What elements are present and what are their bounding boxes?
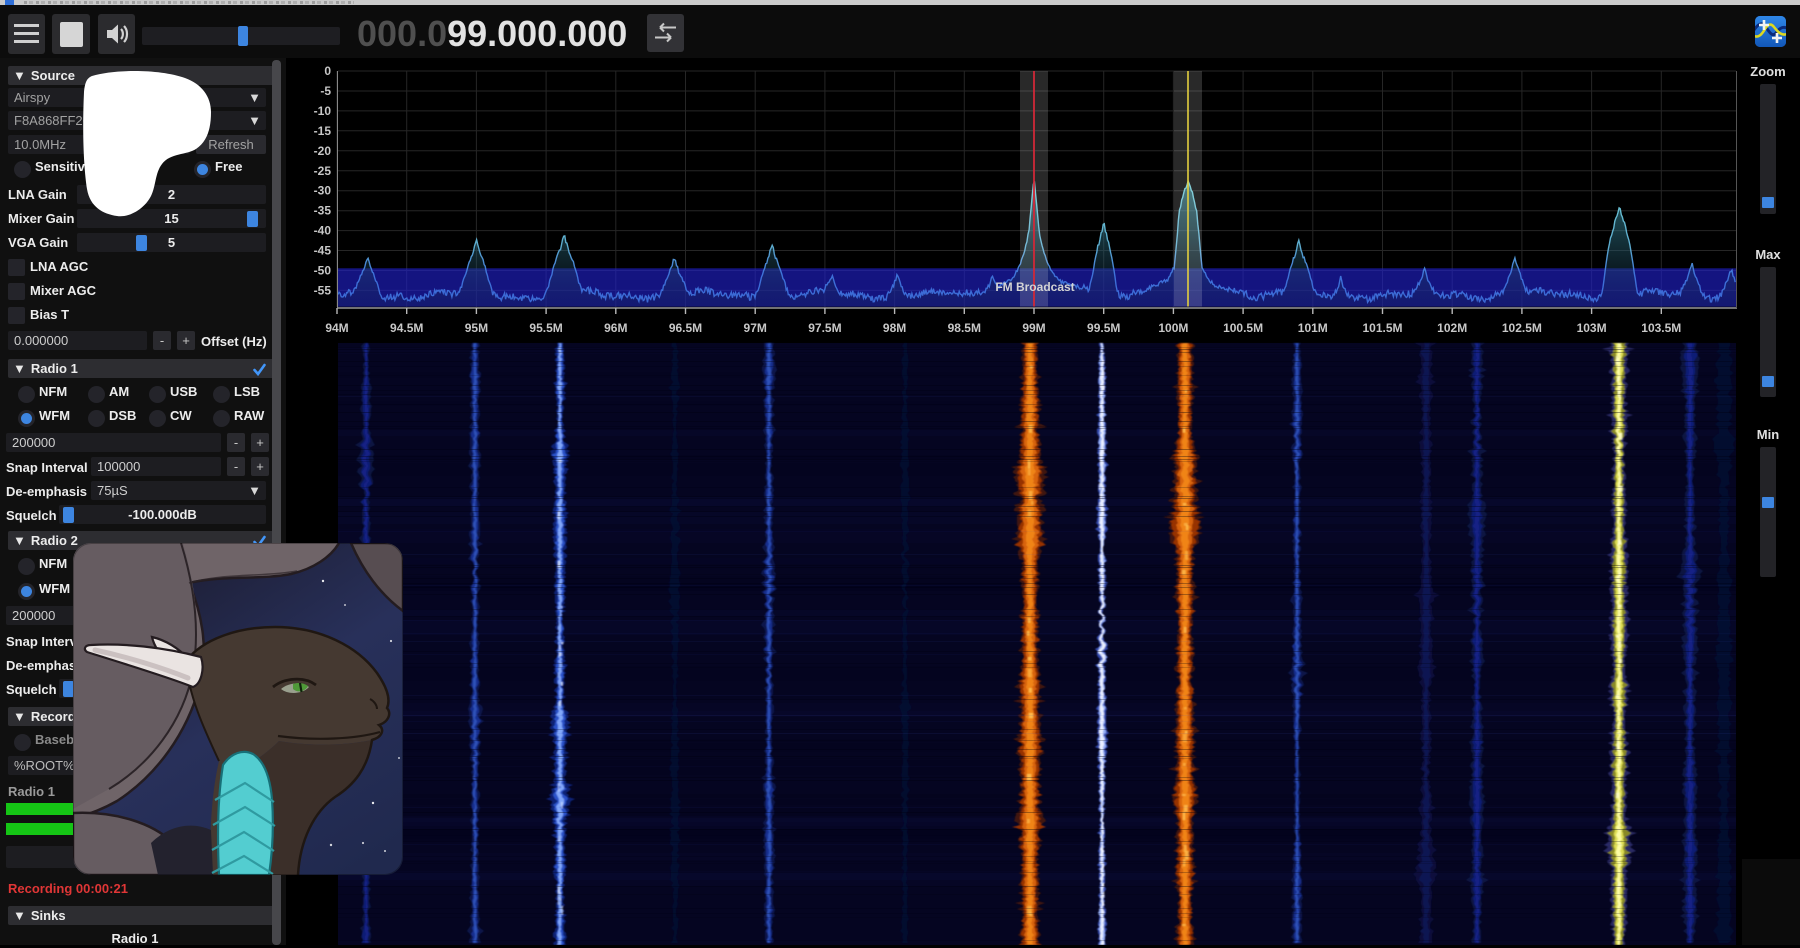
svg-text:-15: -15	[314, 124, 332, 138]
svg-text:-25: -25	[314, 164, 332, 178]
svg-text:0: 0	[324, 64, 331, 78]
svg-text:103.5M: 103.5M	[1641, 321, 1681, 335]
svg-text:102.5M: 102.5M	[1502, 321, 1542, 335]
svg-text:102M: 102M	[1437, 321, 1467, 335]
svg-text:94M: 94M	[325, 321, 348, 335]
svg-text:-10: -10	[314, 104, 332, 118]
svg-text:98M: 98M	[883, 321, 906, 335]
svg-text:-30: -30	[314, 184, 332, 198]
svg-text:97.5M: 97.5M	[808, 321, 841, 335]
svg-text:-45: -45	[314, 244, 332, 258]
svg-text:95M: 95M	[465, 321, 488, 335]
svg-text:97M: 97M	[744, 321, 767, 335]
svg-text:-55: -55	[314, 283, 332, 297]
svg-text:-50: -50	[314, 264, 332, 278]
svg-text:95.5M: 95.5M	[529, 321, 562, 335]
svg-text:96M: 96M	[604, 321, 627, 335]
svg-text:103M: 103M	[1577, 321, 1607, 335]
svg-text:101M: 101M	[1298, 321, 1328, 335]
svg-text:99.5M: 99.5M	[1087, 321, 1120, 335]
svg-text:100M: 100M	[1158, 321, 1188, 335]
svg-text:96.5M: 96.5M	[669, 321, 702, 335]
svg-text:100.5M: 100.5M	[1223, 321, 1263, 335]
svg-text:94.5M: 94.5M	[390, 321, 423, 335]
svg-text:-35: -35	[314, 204, 332, 218]
svg-text:98.5M: 98.5M	[948, 321, 981, 335]
svg-text:101.5M: 101.5M	[1362, 321, 1402, 335]
svg-text:FM Broadcast: FM Broadcast	[995, 280, 1074, 294]
svg-text:-40: -40	[314, 224, 332, 238]
svg-text:99M: 99M	[1022, 321, 1045, 335]
svg-text:-20: -20	[314, 144, 332, 158]
svg-text:-5: -5	[320, 84, 331, 98]
